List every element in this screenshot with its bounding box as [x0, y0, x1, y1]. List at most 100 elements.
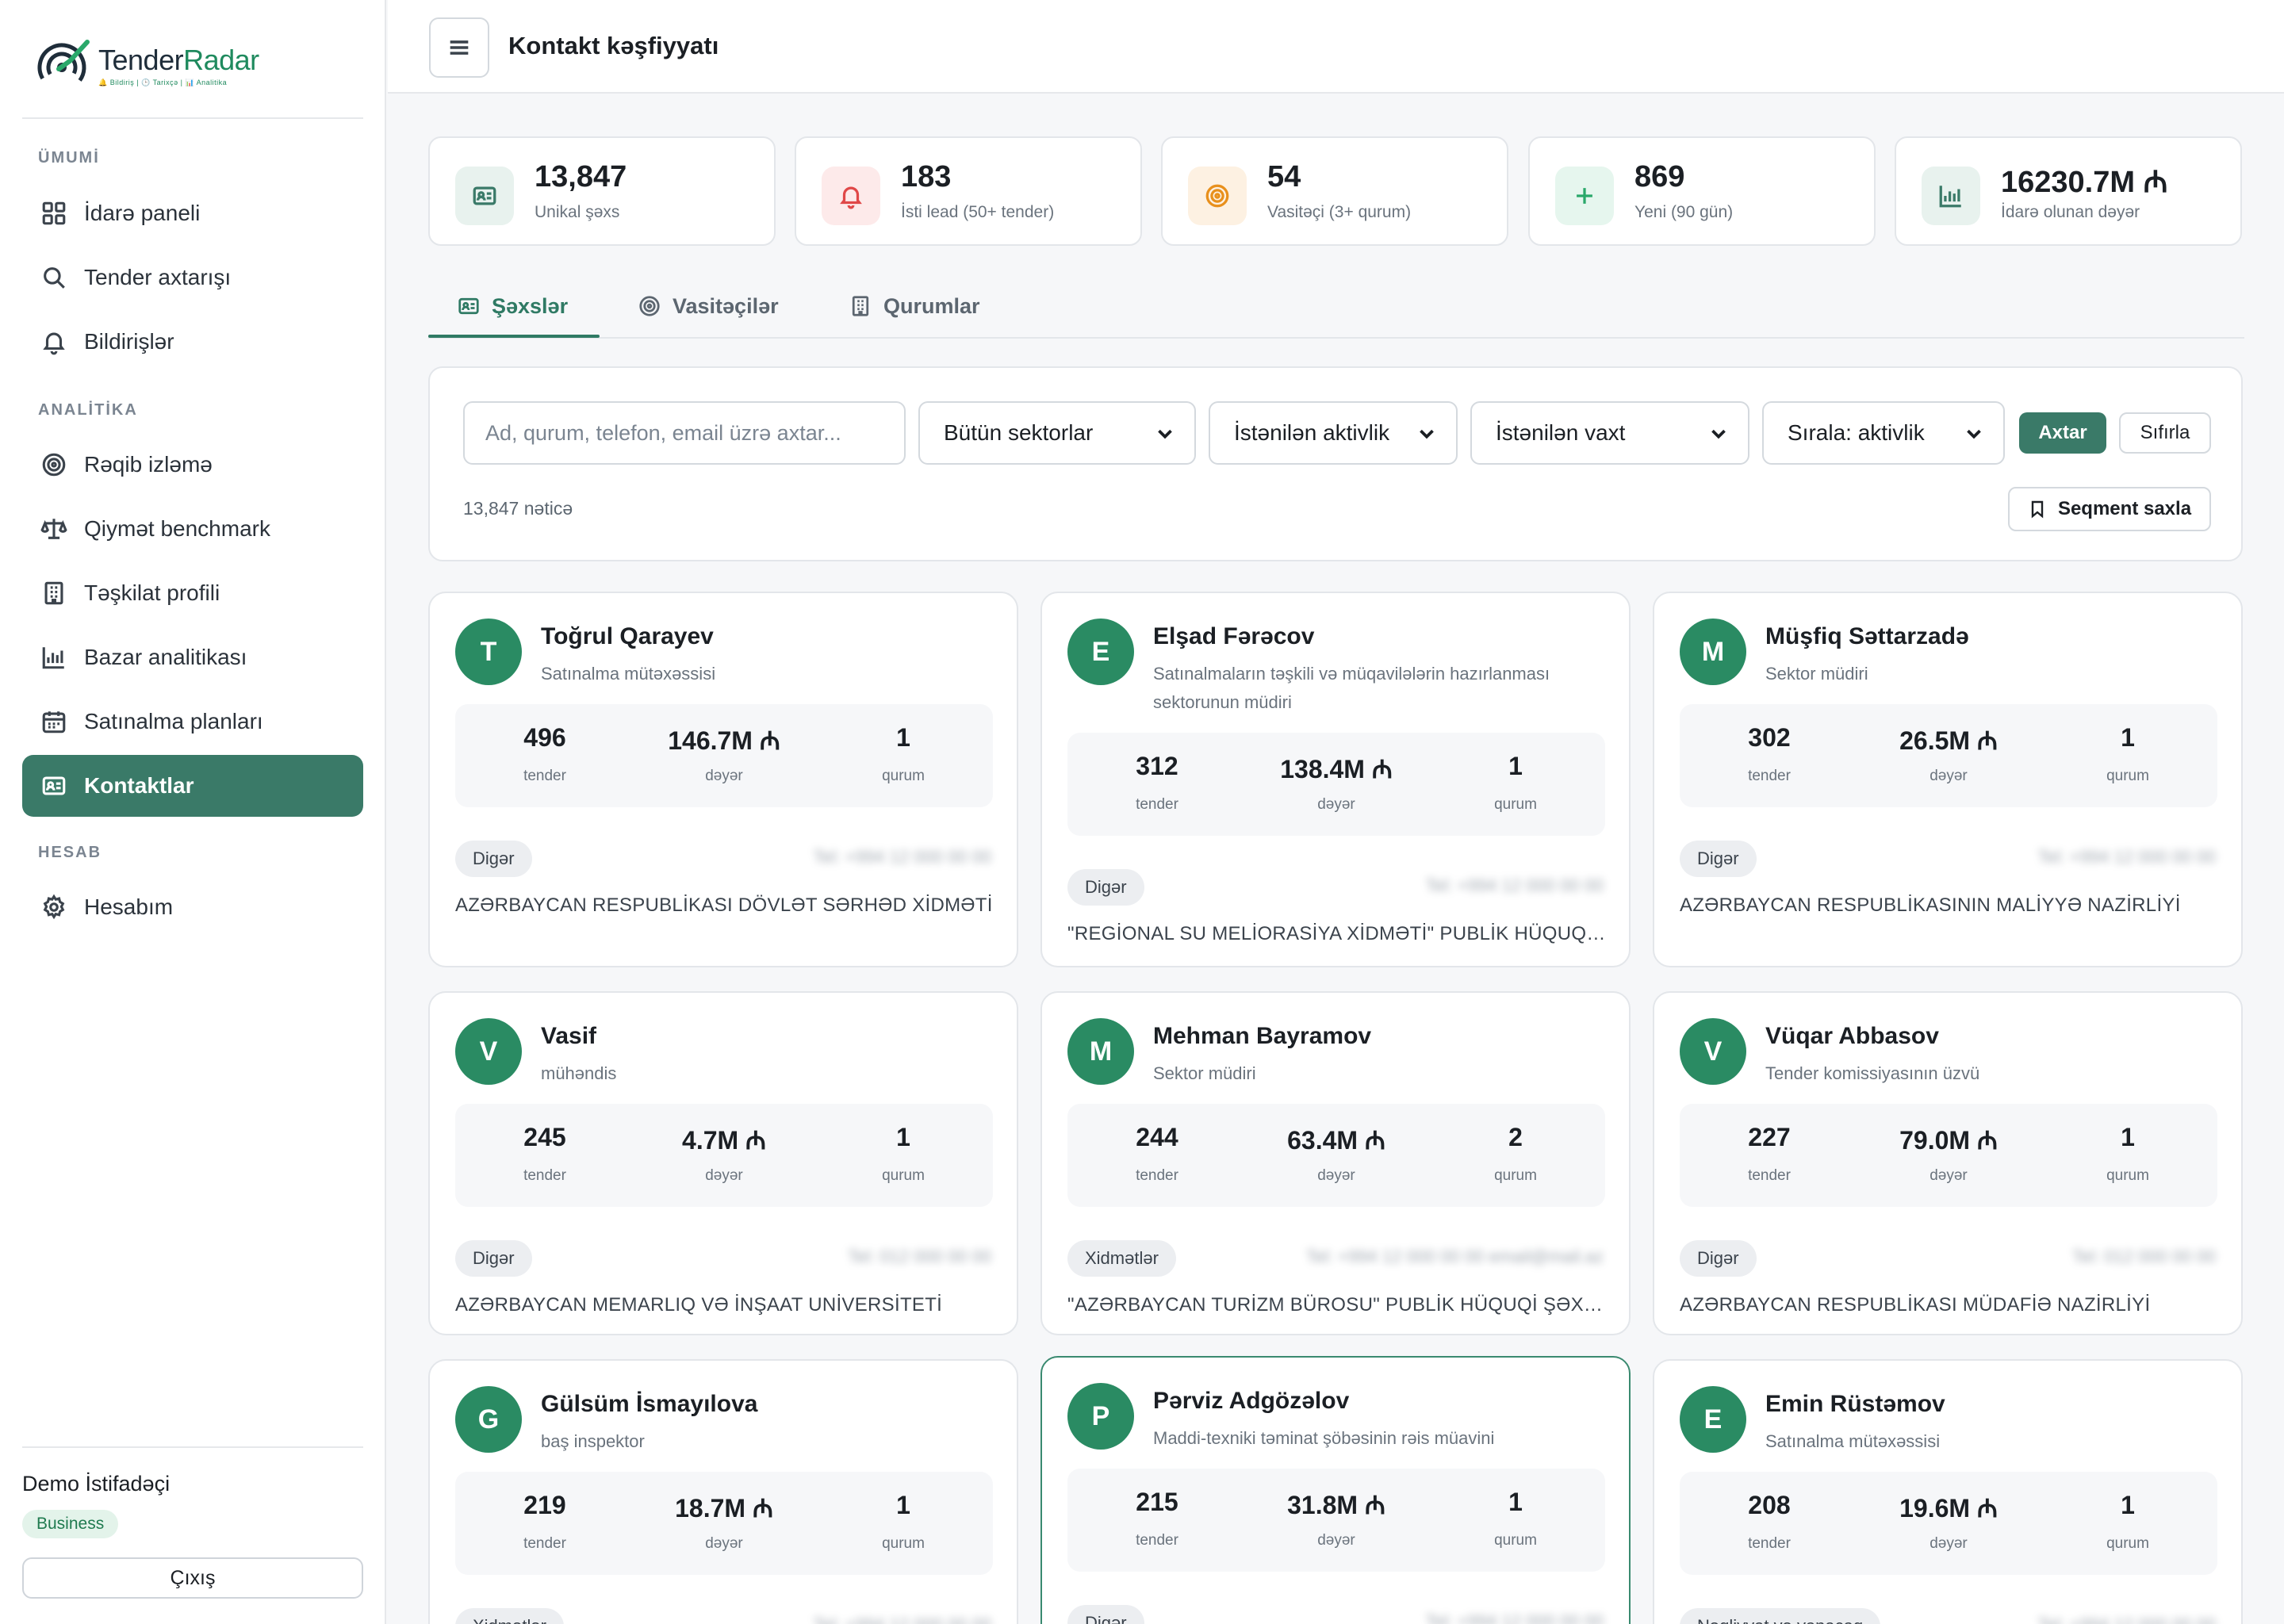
sidebar-item-procurement-plans[interactable]: Satınalma planları	[22, 691, 363, 753]
metric-value: 245	[523, 1123, 566, 1151]
contact-phone: Tel: +994 12 000 00 00	[2038, 1614, 2216, 1624]
metric-value-total: 146.7M ₼ dəyər	[634, 704, 814, 807]
contact-card[interactable]: V Vüqar Abbasov Tender komissiyasının üzvü…	[1653, 991, 2243, 1335]
sidebar-item-label: Bildirişlər	[84, 329, 174, 354]
sidebar-item-dashboard[interactable]: İdarə paneli	[22, 182, 363, 244]
metric-tenders: 496 tender	[455, 704, 634, 807]
stat-value: 16230.7M ₼	[2001, 166, 2168, 199]
metric-label: tender	[1748, 1535, 1791, 1552]
sidebar-item-price-benchmark[interactable]: Qiymət benchmark	[22, 498, 363, 560]
metric-value-total: 31.8M ₼ dəyər	[1247, 1469, 1426, 1572]
contact-card[interactable]: G Gülsüm İsmayılova baş inspektor 219 tender…	[428, 1359, 1018, 1624]
sidebar-item-label: Tender axtarışı	[84, 265, 232, 289]
metric-value: 244	[1136, 1123, 1178, 1151]
contact-role: Satınalma mütəxəssisi	[1765, 1431, 1941, 1451]
sector-select[interactable]: Bütün sektorlar	[918, 401, 1196, 465]
metric-label: dəyər	[705, 768, 743, 784]
contact-name[interactable]: Elşad Fərəcov	[1153, 623, 1314, 650]
sidebar-item-tender-search[interactable]: Tender axtarışı	[22, 247, 363, 308]
contact-organization[interactable]: AZƏRBAYCAN MEMARLIQ VƏ İNŞAAT UNİVERSİTE…	[455, 1294, 994, 1316]
contact-name[interactable]: Toğrul Qarayev	[541, 623, 714, 650]
contact-metrics: 302 tender 26.5M ₼ dəyər 1 qurum	[1680, 704, 2217, 807]
sort-select[interactable]: Sırala: aktivlik	[1762, 401, 2005, 465]
contact-card[interactable]: V Vasif mühəndis 245 tender 4.7M ₼ dəyər 1 qurum…	[428, 991, 1018, 1335]
search-input[interactable]	[463, 401, 906, 465]
metric-label: dəyər	[1930, 1535, 1968, 1552]
stat-card-hot-leads: 183 İsti lead (50+ tender)	[795, 136, 1142, 246]
contact-organization[interactable]: AZƏRBAYCAN RESPUBLİKASININ MALİYYƏ NAZİR…	[1680, 894, 2219, 917]
sidebar-item-notifications[interactable]: Bildirişlər	[22, 311, 363, 373]
metric-label: qurum	[2106, 1535, 2149, 1552]
target-icon	[639, 296, 660, 316]
contact-organization[interactable]: AZƏRBAYCAN RESPUBLİKASI MÜDAFİƏ NAZİRLİY…	[1680, 1294, 2219, 1316]
contact-name[interactable]: Müşfiq Səttarzadə	[1765, 623, 1969, 650]
metric-label: tender	[523, 768, 566, 784]
sidebar-item-label: İdarə paneli	[84, 201, 201, 225]
contact-name[interactable]: Gülsüm İsmayılova	[541, 1391, 757, 1418]
stat-label: İsti lead (50+ tender)	[901, 203, 1055, 221]
contact-card-icon	[455, 167, 514, 225]
contact-organization[interactable]: "REGİONAL SU MELİORASİYA XİDMƏTİ" PUBLİK…	[1067, 923, 1607, 945]
contact-name[interactable]: Mehman Bayramov	[1153, 1023, 1371, 1050]
sidebar-item-label: Qiymət benchmark	[84, 516, 270, 541]
contact-card[interactable]: M Mehman Bayramov Sektor müdiri 244 tender 63…	[1040, 991, 1631, 1335]
save-segment-button[interactable]: Seqment saxla	[2008, 487, 2211, 531]
metric-tenders: 215 tender	[1067, 1469, 1247, 1572]
metric-tenders: 227 tender	[1680, 1104, 1859, 1207]
avatar: E	[1680, 1386, 1746, 1453]
sector-badge: Digər	[1680, 841, 1757, 877]
brand-tagline: 🔔 Bildiriş | 🕒 Tarixçə | 📊 Analitika	[98, 78, 228, 86]
time-select[interactable]: İstənilən vaxt	[1470, 401, 1749, 465]
sector-badge: Digər	[1680, 1240, 1757, 1277]
contact-card[interactable]: P Pərviz Adgözəlov Maddi-texniki təminat ş…	[1040, 1356, 1631, 1624]
reset-button[interactable]: Sıfırla	[2119, 412, 2211, 454]
contact-name[interactable]: Emin Rüstəmov	[1765, 1391, 1945, 1418]
metric-value-total: 63.4M ₼ dəyər	[1247, 1104, 1426, 1207]
contact-metrics: 244 tender 63.4M ₼ dəyər 2 qurum	[1067, 1104, 1605, 1207]
contact-name[interactable]: Vasif	[541, 1023, 596, 1050]
hamburger-icon	[450, 40, 469, 55]
sidebar: TenderRadar 🔔 Bildiriş | 🕒 Tarixçə | 📊 A…	[0, 0, 386, 1624]
save-segment-label: Seqment saxla	[2057, 498, 2192, 519]
contact-role: Maddi-texniki təminat şöbəsinin rəis müa…	[1153, 1428, 1495, 1448]
contact-phone: Tel: +994 12 000 00 00	[1425, 1611, 1604, 1624]
contact-card[interactable]: E Elşad Fərəcov Satınalmaların təşkili və …	[1040, 592, 1631, 967]
contact-phone: Tel: +994 12 000 00 00	[1425, 875, 1604, 895]
metric-label: dəyər	[1930, 768, 1968, 784]
sidebar-item-organization-profile[interactable]: Təşkilat profili	[22, 562, 363, 624]
menu-toggle-button[interactable]	[429, 17, 489, 78]
contact-organization[interactable]: "AZƏRBAYCAN TURİZM BÜROSU" PUBLİK HÜQUQİ…	[1067, 1294, 1607, 1316]
stat-value: 13,847	[535, 160, 627, 193]
select-value: Sırala: aktivlik	[1788, 420, 1925, 445]
metric-value: 1	[896, 1123, 910, 1151]
search-icon	[40, 263, 68, 292]
stat-card-new-contacts: 869 Yeni (90 gün)	[1528, 136, 1876, 246]
sidebar-item-market-analytics[interactable]: Bazar analitikası	[22, 626, 363, 688]
contact-role: Tender komissiyasının üzvü	[1765, 1063, 1980, 1083]
activity-select[interactable]: İstənilən aktivlik	[1209, 401, 1458, 465]
metric-label: dəyər	[705, 1167, 743, 1184]
logo[interactable]: TenderRadar 🔔 Bildiriş | 🕒 Tarixçə | 📊 A…	[35, 35, 297, 95]
chevron-down-icon	[1962, 422, 1986, 446]
search-button[interactable]: Axtar	[2019, 412, 2106, 454]
contact-card[interactable]: M Müşfiq Səttarzadə Sektor müdiri 302 tender…	[1653, 592, 2243, 967]
tab-persons[interactable]: Şəxslər	[457, 274, 568, 338]
logout-button[interactable]: Çıxış	[22, 1557, 363, 1599]
sidebar-item-competitor-tracking[interactable]: Rəqib izləmə	[22, 434, 363, 496]
contact-organization[interactable]: AZƏRBAYCAN RESPUBLİKASI DÖVLƏT SƏRHƏD Xİ…	[455, 894, 994, 917]
bell-icon	[822, 167, 880, 225]
contact-name[interactable]: Vüqar Abbasov	[1765, 1023, 1939, 1050]
contact-metrics: 227 tender 79.0M ₼ dəyər 1 qurum	[1680, 1104, 2217, 1207]
sidebar-item-my-account[interactable]: Hesabım	[22, 876, 363, 938]
contact-card[interactable]: E Emin Rüstəmov Satınalma mütəxəssisi 208 te…	[1653, 1359, 2243, 1624]
tab-organizations[interactable]: Qurumlar	[849, 274, 980, 338]
avatar: E	[1067, 619, 1134, 685]
tab-intermediaries[interactable]: Vasitəçilər	[638, 274, 779, 338]
metric-value: 146.7M ₼	[668, 726, 780, 755]
metric-label: tender	[1136, 1167, 1178, 1184]
sidebar-item-contacts[interactable]: Kontaktlar	[22, 755, 363, 817]
contact-name[interactable]: Pərviz Adgözəlov	[1153, 1388, 1349, 1415]
contact-card[interactable]: T Toğrul Qarayev Satınalma mütəxəssisi 496 t…	[428, 592, 1018, 967]
avatar: G	[455, 1386, 522, 1453]
contact-phone: Tel: 012 000 00 00	[2071, 1247, 2216, 1266]
